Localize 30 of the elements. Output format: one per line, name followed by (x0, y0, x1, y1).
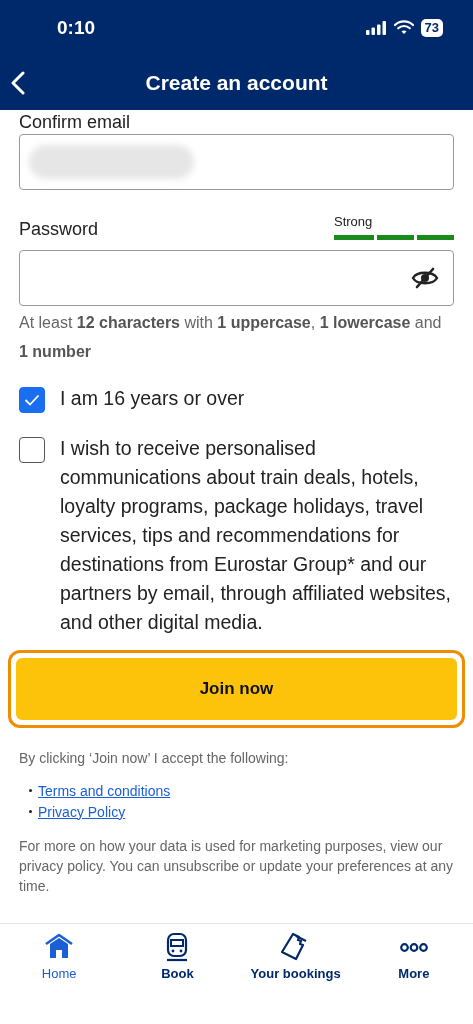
privacy-note: For more on how your data is used for marketing purposes, view our privacy policy. You can unsubscribe or update your preferences at any time. (19, 837, 454, 896)
password-hint: At least 12 characters with 1 uppercase, 1 lowercase and 1 number (19, 313, 443, 362)
battery-level: 73 (424, 20, 439, 35)
checkbox[interactable] (19, 437, 45, 463)
tab-item[interactable]: Home (0, 932, 119, 1024)
checkbox-label: I am 16 years or over (60, 386, 245, 411)
screen-title: Create an account (145, 70, 328, 95)
tab-item[interactable]: More (354, 932, 473, 1024)
bullet (29, 789, 32, 792)
tab-item[interactable]: Book (118, 932, 237, 1024)
consent-text: By clicking ‘Join now’ I accept the following: (19, 749, 290, 768)
link[interactable]: Terms and conditions (38, 782, 171, 799)
link[interactable]: Privacy Policy (38, 803, 126, 820)
strength-label: Strong (334, 214, 374, 229)
bullet (29, 810, 32, 813)
eye-slash-icon[interactable] (411, 267, 439, 289)
email-field[interactable] (19, 134, 454, 190)
checkbox-label: I wish to receive personalised communications about train deals, hotels, loyalty programs, package holidays, travel services, tips and recommendations for destinations from Eurostar Group* and our partners by email, through affiliated websites, and other digital media. (60, 436, 452, 635)
checkbox[interactable] (19, 387, 45, 413)
more-icon (399, 942, 428, 952)
join-now-button[interactable]: Join now (16, 658, 457, 720)
check-icon (24, 394, 40, 406)
tab-item[interactable]: Your bookings (236, 932, 355, 1024)
password-field[interactable] (19, 250, 454, 306)
back-icon (11, 71, 25, 95)
wifi-icon (393, 20, 414, 35)
field-label: Confirm email (19, 112, 132, 132)
signal-icon (364, 20, 387, 35)
field-label: Password (19, 219, 99, 240)
status-time: 0:10 (57, 16, 96, 39)
